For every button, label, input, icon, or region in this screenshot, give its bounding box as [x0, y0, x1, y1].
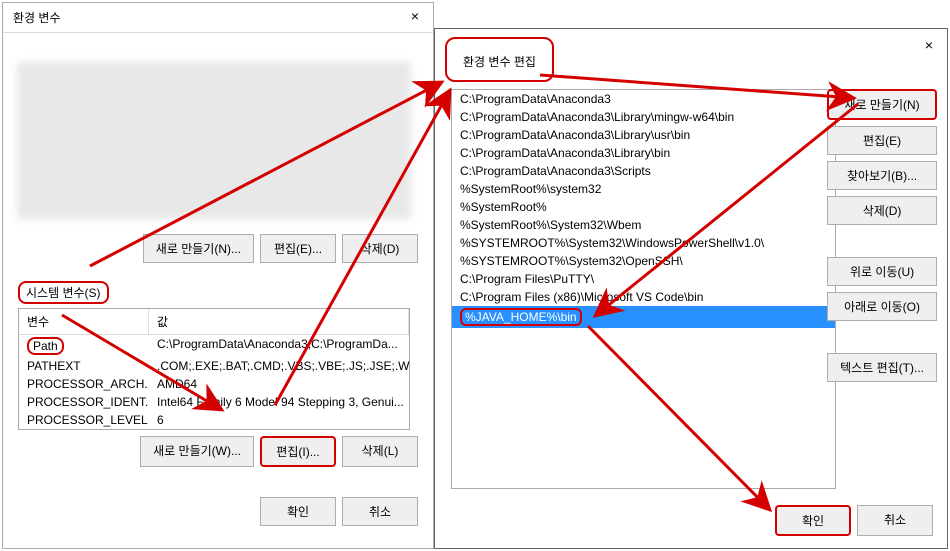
var-value: .COM;.EXE;.BAT;.CMD;.VBS;.VBE;.JS;.JSE;.…: [149, 358, 409, 374]
system-variables-label: 시스템 변수(S): [18, 281, 109, 304]
header-name: 변수: [19, 309, 149, 334]
system-edit-button[interactable]: 편집(I)...: [260, 436, 336, 467]
delete-button[interactable]: 삭제(D): [827, 196, 937, 225]
user-edit-button[interactable]: 편집(E)...: [260, 234, 336, 263]
ok-button[interactable]: 확인: [775, 505, 851, 536]
close-icon[interactable]: ×: [405, 6, 425, 26]
user-var-buttons: 새로 만들기(N)... 편집(E)... 삭제(D): [3, 228, 433, 273]
path-list[interactable]: C:\ProgramData\Anaconda3 C:\ProgramData\…: [451, 89, 836, 489]
path-variable-name: Path: [27, 337, 64, 355]
list-item-selected[interactable]: %JAVA_HOME%\bin: [452, 306, 835, 328]
dialog-title: 환경 변수: [3, 3, 433, 33]
list-item[interactable]: C:\ProgramData\Anaconda3: [452, 90, 835, 108]
system-new-button[interactable]: 새로 만들기(W)...: [140, 436, 254, 467]
edit-env-variable-dialog: 환경 변수 편집 × C:\ProgramData\Anaconda3 C:\P…: [434, 28, 948, 549]
list-item[interactable]: C:\ProgramData\Anaconda3\Scripts: [452, 162, 835, 180]
var-name: PROCESSOR_LEVEL: [19, 412, 149, 428]
table-row[interactable]: PROCESSOR_LEVEL 6: [19, 411, 409, 429]
list-item[interactable]: C:\Program Files (x86)\Microsoft VS Code…: [452, 288, 835, 306]
move-up-button[interactable]: 위로 이동(U): [827, 257, 937, 286]
browse-button[interactable]: 찾아보기(B)...: [827, 161, 937, 190]
list-item[interactable]: C:\ProgramData\Anaconda3\Library\usr\bin: [452, 126, 835, 144]
header-value: 값: [149, 309, 409, 334]
user-new-button[interactable]: 새로 만들기(N)...: [143, 234, 254, 263]
list-item[interactable]: %SYSTEMROOT%\System32\OpenSSH\: [452, 252, 835, 270]
list-item[interactable]: %SYSTEMROOT%\System32\WindowsPowerShell\…: [452, 234, 835, 252]
table-row[interactable]: PROCESSOR_IDENT... Intel64 Family 6 Mode…: [19, 393, 409, 411]
var-value: C:\ProgramData\Anaconda3;C:\ProgramDa...: [149, 336, 409, 356]
env-variables-dialog: 환경 변수 × 새로 만들기(N)... 편집(E)... 삭제(D) 시스템 …: [2, 2, 434, 549]
table-header: 변수 값: [19, 309, 409, 335]
var-name: PATHEXT: [19, 358, 149, 374]
system-delete-button[interactable]: 삭제(L): [342, 436, 418, 467]
var-value: Intel64 Family 6 Model 94 Stepping 3, Ge…: [149, 394, 409, 410]
dialog-bottom-buttons: 확인 취소: [3, 477, 433, 546]
edit-dialog-title: 환경 변수 편집: [445, 37, 554, 82]
cancel-button[interactable]: 취소: [857, 505, 933, 536]
list-item[interactable]: %SystemRoot%: [452, 198, 835, 216]
user-variables-section: [18, 63, 410, 218]
system-variables-table[interactable]: 변수 값 Path C:\ProgramData\Anaconda3;C:\Pr…: [18, 308, 410, 430]
var-value: 6: [149, 412, 409, 428]
java-home-path: %JAVA_HOME%\bin: [460, 308, 582, 326]
new-button[interactable]: 새로 만들기(N): [827, 89, 937, 120]
list-item[interactable]: C:\ProgramData\Anaconda3\Library\mingw-w…: [452, 108, 835, 126]
edit-bottom-buttons: 확인 취소: [775, 505, 933, 536]
list-item[interactable]: %SystemRoot%\System32\Wbem: [452, 216, 835, 234]
var-value: AMD64: [149, 376, 409, 392]
ok-button[interactable]: 확인: [260, 497, 336, 526]
list-item[interactable]: C:\Program Files\PuTTY\: [452, 270, 835, 288]
text-edit-button[interactable]: 텍스트 편집(T)...: [827, 353, 937, 382]
cancel-button[interactable]: 취소: [342, 497, 418, 526]
var-name: PROCESSOR_ARCH...: [19, 376, 149, 392]
edit-side-buttons: 새로 만들기(N) 편집(E) 찾아보기(B)... 삭제(D) 위로 이동(U…: [827, 89, 937, 382]
edit-button[interactable]: 편집(E): [827, 126, 937, 155]
list-item[interactable]: C:\ProgramData\Anaconda3\Library\bin: [452, 144, 835, 162]
user-delete-button[interactable]: 삭제(D): [342, 234, 418, 263]
list-item[interactable]: %SystemRoot%\system32: [452, 180, 835, 198]
table-row[interactable]: PROCESSOR_ARCH... AMD64: [19, 375, 409, 393]
table-row[interactable]: Path C:\ProgramData\Anaconda3;C:\Program…: [19, 335, 409, 357]
system-var-buttons: 새로 만들기(W)... 편집(I)... 삭제(L): [3, 430, 433, 477]
close-icon[interactable]: ×: [919, 35, 939, 55]
move-down-button[interactable]: 아래로 이동(O): [827, 292, 937, 321]
table-row[interactable]: PATHEXT .COM;.EXE;.BAT;.CMD;.VBS;.VBE;.J…: [19, 357, 409, 375]
var-name: PROCESSOR_IDENT...: [19, 394, 149, 410]
